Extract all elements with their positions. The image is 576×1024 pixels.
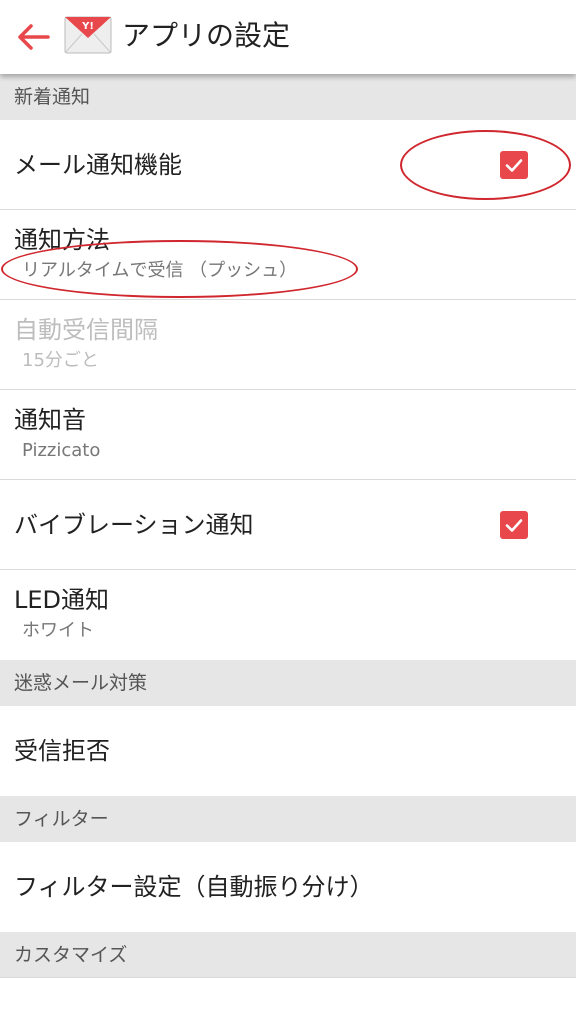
led-row[interactable]: LED通知 ホワイト — [0, 570, 576, 660]
app-bar: Y! アプリの設定 — [0, 0, 576, 74]
mail-notification-label: メール通知機能 — [14, 151, 182, 179]
led-label: LED通知 — [14, 586, 110, 614]
checkmark-icon — [505, 519, 523, 532]
auto-receive-interval-label: 自動受信間隔 — [14, 316, 158, 344]
notification-method-row[interactable]: 通知方法 リアルタイムで受信 （プッシュ） — [0, 210, 576, 300]
filter-settings-label: フィルター設定（自動振り分け） — [14, 873, 374, 901]
divider — [0, 977, 576, 978]
page-title: アプリの設定 — [122, 19, 291, 52]
section-header-spam: 迷惑メール対策 — [0, 660, 576, 706]
notification-method-value: リアルタイムで受信 （プッシュ） — [22, 260, 298, 281]
notification-sound-row[interactable]: 通知音 Pizzicato — [0, 390, 576, 480]
settings-list: 新着通知 メール通知機能 通知方法 リアルタイムで受信 （プッシュ） 自動受信間… — [0, 74, 576, 978]
mail-notification-row[interactable]: メール通知機能 — [0, 120, 576, 210]
mail-notification-checkbox[interactable] — [500, 151, 528, 179]
checkmark-icon — [505, 159, 523, 172]
vibration-label: バイブレーション通知 — [14, 511, 254, 539]
section-header-filter: フィルター — [0, 796, 576, 842]
block-senders-label: 受信拒否 — [14, 737, 110, 765]
logo-text: Y! — [81, 21, 94, 32]
notification-sound-label: 通知音 — [14, 406, 86, 434]
auto-receive-interval-value: 15分ごと — [22, 350, 99, 371]
notification-sound-value: Pizzicato — [22, 440, 101, 461]
arrow-left-icon — [18, 24, 50, 50]
block-senders-row[interactable]: 受信拒否 — [0, 706, 576, 796]
filter-settings-row[interactable]: フィルター設定（自動振り分け） — [0, 842, 576, 932]
yahoo-mail-envelope-icon: Y! — [64, 16, 112, 54]
led-value: ホワイト — [22, 620, 94, 641]
back-button[interactable] — [14, 18, 54, 56]
auto-receive-interval-row: 自動受信間隔 15分ごと — [0, 300, 576, 390]
vibration-row[interactable]: バイブレーション通知 — [0, 480, 576, 570]
section-header-customize: カスタマイズ — [0, 932, 576, 978]
notification-method-label: 通知方法 — [14, 226, 110, 254]
vibration-checkbox[interactable] — [500, 511, 528, 539]
section-header-new-mail: 新着通知 — [0, 74, 576, 120]
